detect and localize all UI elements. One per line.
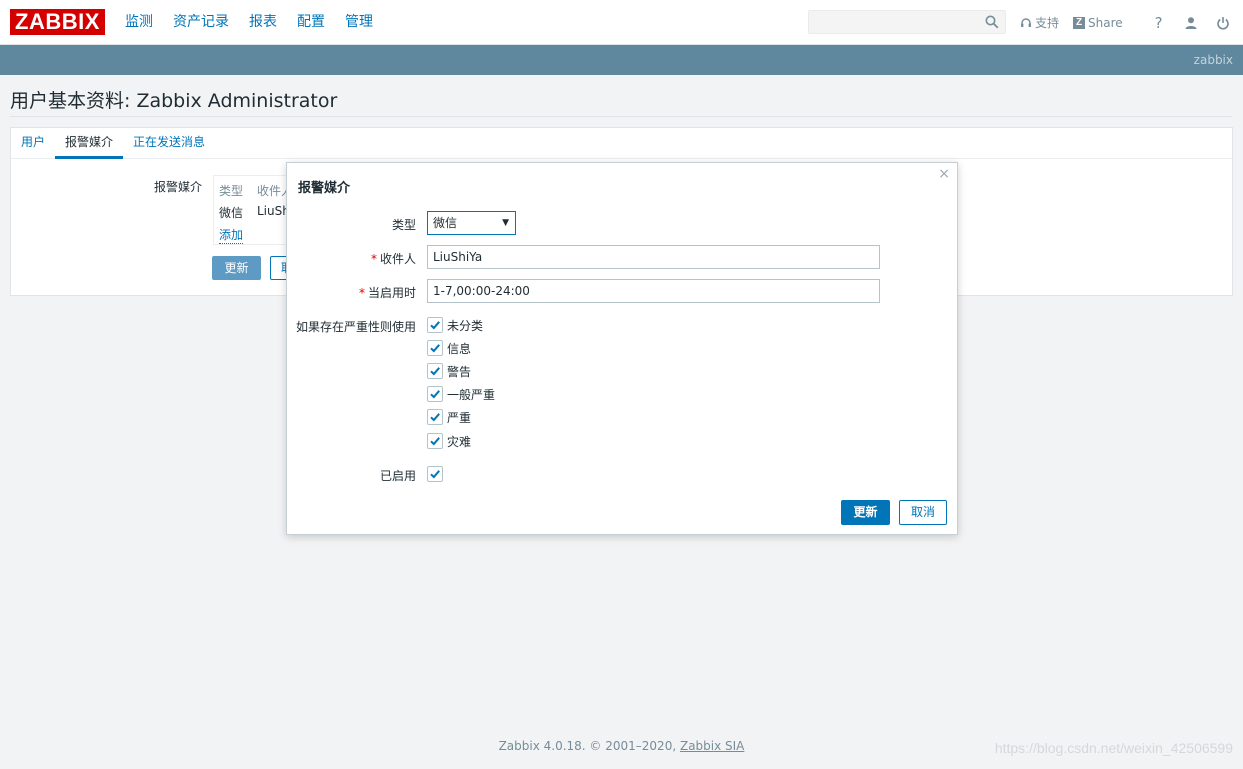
enabled-label: 已启用 [379, 469, 416, 483]
menu-reports[interactable]: 报表 [239, 0, 287, 45]
severity-checkbox-disaster[interactable] [427, 433, 443, 449]
update-button[interactable]: 更新 [841, 500, 890, 525]
help-button[interactable]: ? [1149, 14, 1169, 32]
severity-option: 一般严重 [427, 386, 495, 402]
severity-checkbox-not-classified[interactable] [427, 317, 443, 333]
enabled-option [427, 466, 443, 482]
severity-label-disaster: 灾难 [447, 434, 472, 449]
severity-label: 如果存在严重性则使用 [295, 320, 416, 334]
power-icon [1216, 16, 1229, 30]
support-link[interactable]: 支持 [1020, 14, 1059, 31]
server-bar: zabbix [0, 45, 1243, 75]
enabled-checkbox[interactable] [427, 466, 443, 482]
signout-button[interactable] [1213, 16, 1233, 30]
tab-user[interactable]: 用户 [11, 128, 55, 159]
tab-bar: 用户 报警媒介 正在发送消息 [11, 128, 1232, 159]
watermark: https://blog.csdn.net/weixin_42506599 [994, 740, 1233, 756]
dialog-title: 报警媒介 [298, 181, 351, 196]
sendto-input[interactable]: LiuShiYa [427, 245, 880, 269]
check-icon [430, 437, 440, 446]
cancel-button[interactable]: 取消 [899, 500, 947, 525]
title-divider [10, 116, 1232, 117]
severity-checkbox-warning[interactable] [427, 363, 443, 379]
severity-label-information: 信息 [447, 341, 472, 356]
search-icon[interactable] [985, 15, 999, 29]
chevron-down-icon: ▼ [502, 218, 509, 228]
footer-link[interactable]: Zabbix SIA [680, 739, 744, 753]
required-asterisk: * [358, 286, 365, 300]
severity-label-warning: 警告 [447, 364, 472, 379]
check-icon [430, 321, 440, 330]
period-input[interactable]: 1-7,00:00-24:00 [427, 279, 880, 303]
sendto-label-text: 收件人 [379, 252, 416, 266]
check-icon [430, 470, 440, 479]
media-dialog: 报警媒介 × 类型 微信 ▼ * 收件人 LiuShiYa * 当启用时 1-7,0… [286, 162, 958, 535]
media-field-label: 报警媒介 [154, 180, 203, 194]
zabbix-logo[interactable]: ZABBIX [10, 9, 105, 35]
period-label-text: 当启用时 [367, 286, 416, 300]
table-cell-sendto: LiuSh [257, 204, 290, 218]
help-icon: ? [1154, 13, 1163, 32]
headset-icon [1021, 17, 1031, 27]
severity-label-not-classified: 未分类 [447, 318, 484, 333]
severity-option: 未分类 [427, 317, 483, 333]
tab-messaging[interactable]: 正在发送消息 [123, 128, 215, 159]
zabbix-share-icon: Z [1073, 16, 1086, 29]
footer-text: Zabbix 4.0.18. © 2001–2020, [498, 739, 680, 753]
sendto-label: * 收件人 [371, 250, 416, 267]
user-profile-button[interactable] [1181, 16, 1201, 30]
close-icon[interactable]: × [938, 166, 950, 182]
check-icon [430, 413, 440, 422]
share-link[interactable]: Z Share [1073, 16, 1123, 30]
severity-checkbox-information[interactable] [427, 340, 443, 356]
main-menu: 监测 资产记录 报表 配置 管理 [115, 0, 383, 45]
table-cell-type: 微信 [219, 206, 244, 220]
type-select[interactable]: 微信 ▼ [427, 211, 516, 235]
severity-option: 严重 [427, 409, 471, 425]
menu-administration[interactable]: 管理 [335, 0, 383, 45]
menu-monitoring[interactable]: 监测 [115, 0, 163, 45]
check-icon [430, 390, 440, 399]
profile-update-button[interactable]: 更新 [212, 256, 261, 280]
tab-media[interactable]: 报警媒介 [55, 128, 124, 159]
severity-checkbox-high[interactable] [427, 409, 443, 425]
type-select-value: 微信 [433, 216, 458, 230]
column-header-type: 类型 [219, 184, 244, 198]
user-icon [1185, 16, 1197, 29]
severity-option: 警告 [427, 363, 471, 379]
type-label: 类型 [391, 218, 416, 232]
severity-checkbox-average[interactable] [427, 386, 443, 402]
top-links: 支持 Z Share ? [1020, 0, 1233, 45]
page-title: 用户基本资料: Zabbix Administrator [10, 90, 338, 112]
top-navigation: ZABBIX 监测 资产记录 报表 配置 管理 支持 Z Share ? [0, 0, 1243, 45]
support-label: 支持 [1035, 16, 1060, 30]
severity-option: 信息 [427, 340, 471, 356]
add-media-link[interactable]: 添加 [219, 226, 244, 244]
server-name: zabbix [1193, 53, 1233, 67]
menu-inventory[interactable]: 资产记录 [163, 0, 239, 45]
menu-configuration[interactable]: 配置 [287, 0, 335, 45]
severity-option: 灾难 [427, 433, 471, 449]
check-icon [430, 344, 440, 353]
search-input[interactable] [808, 10, 1006, 34]
period-label: * 当启用时 [359, 284, 416, 301]
severity-label-high: 严重 [447, 410, 472, 425]
check-icon [430, 367, 440, 376]
share-label: Share [1088, 15, 1123, 30]
severity-label-average: 一般严重 [447, 387, 496, 402]
required-asterisk: * [370, 252, 377, 266]
